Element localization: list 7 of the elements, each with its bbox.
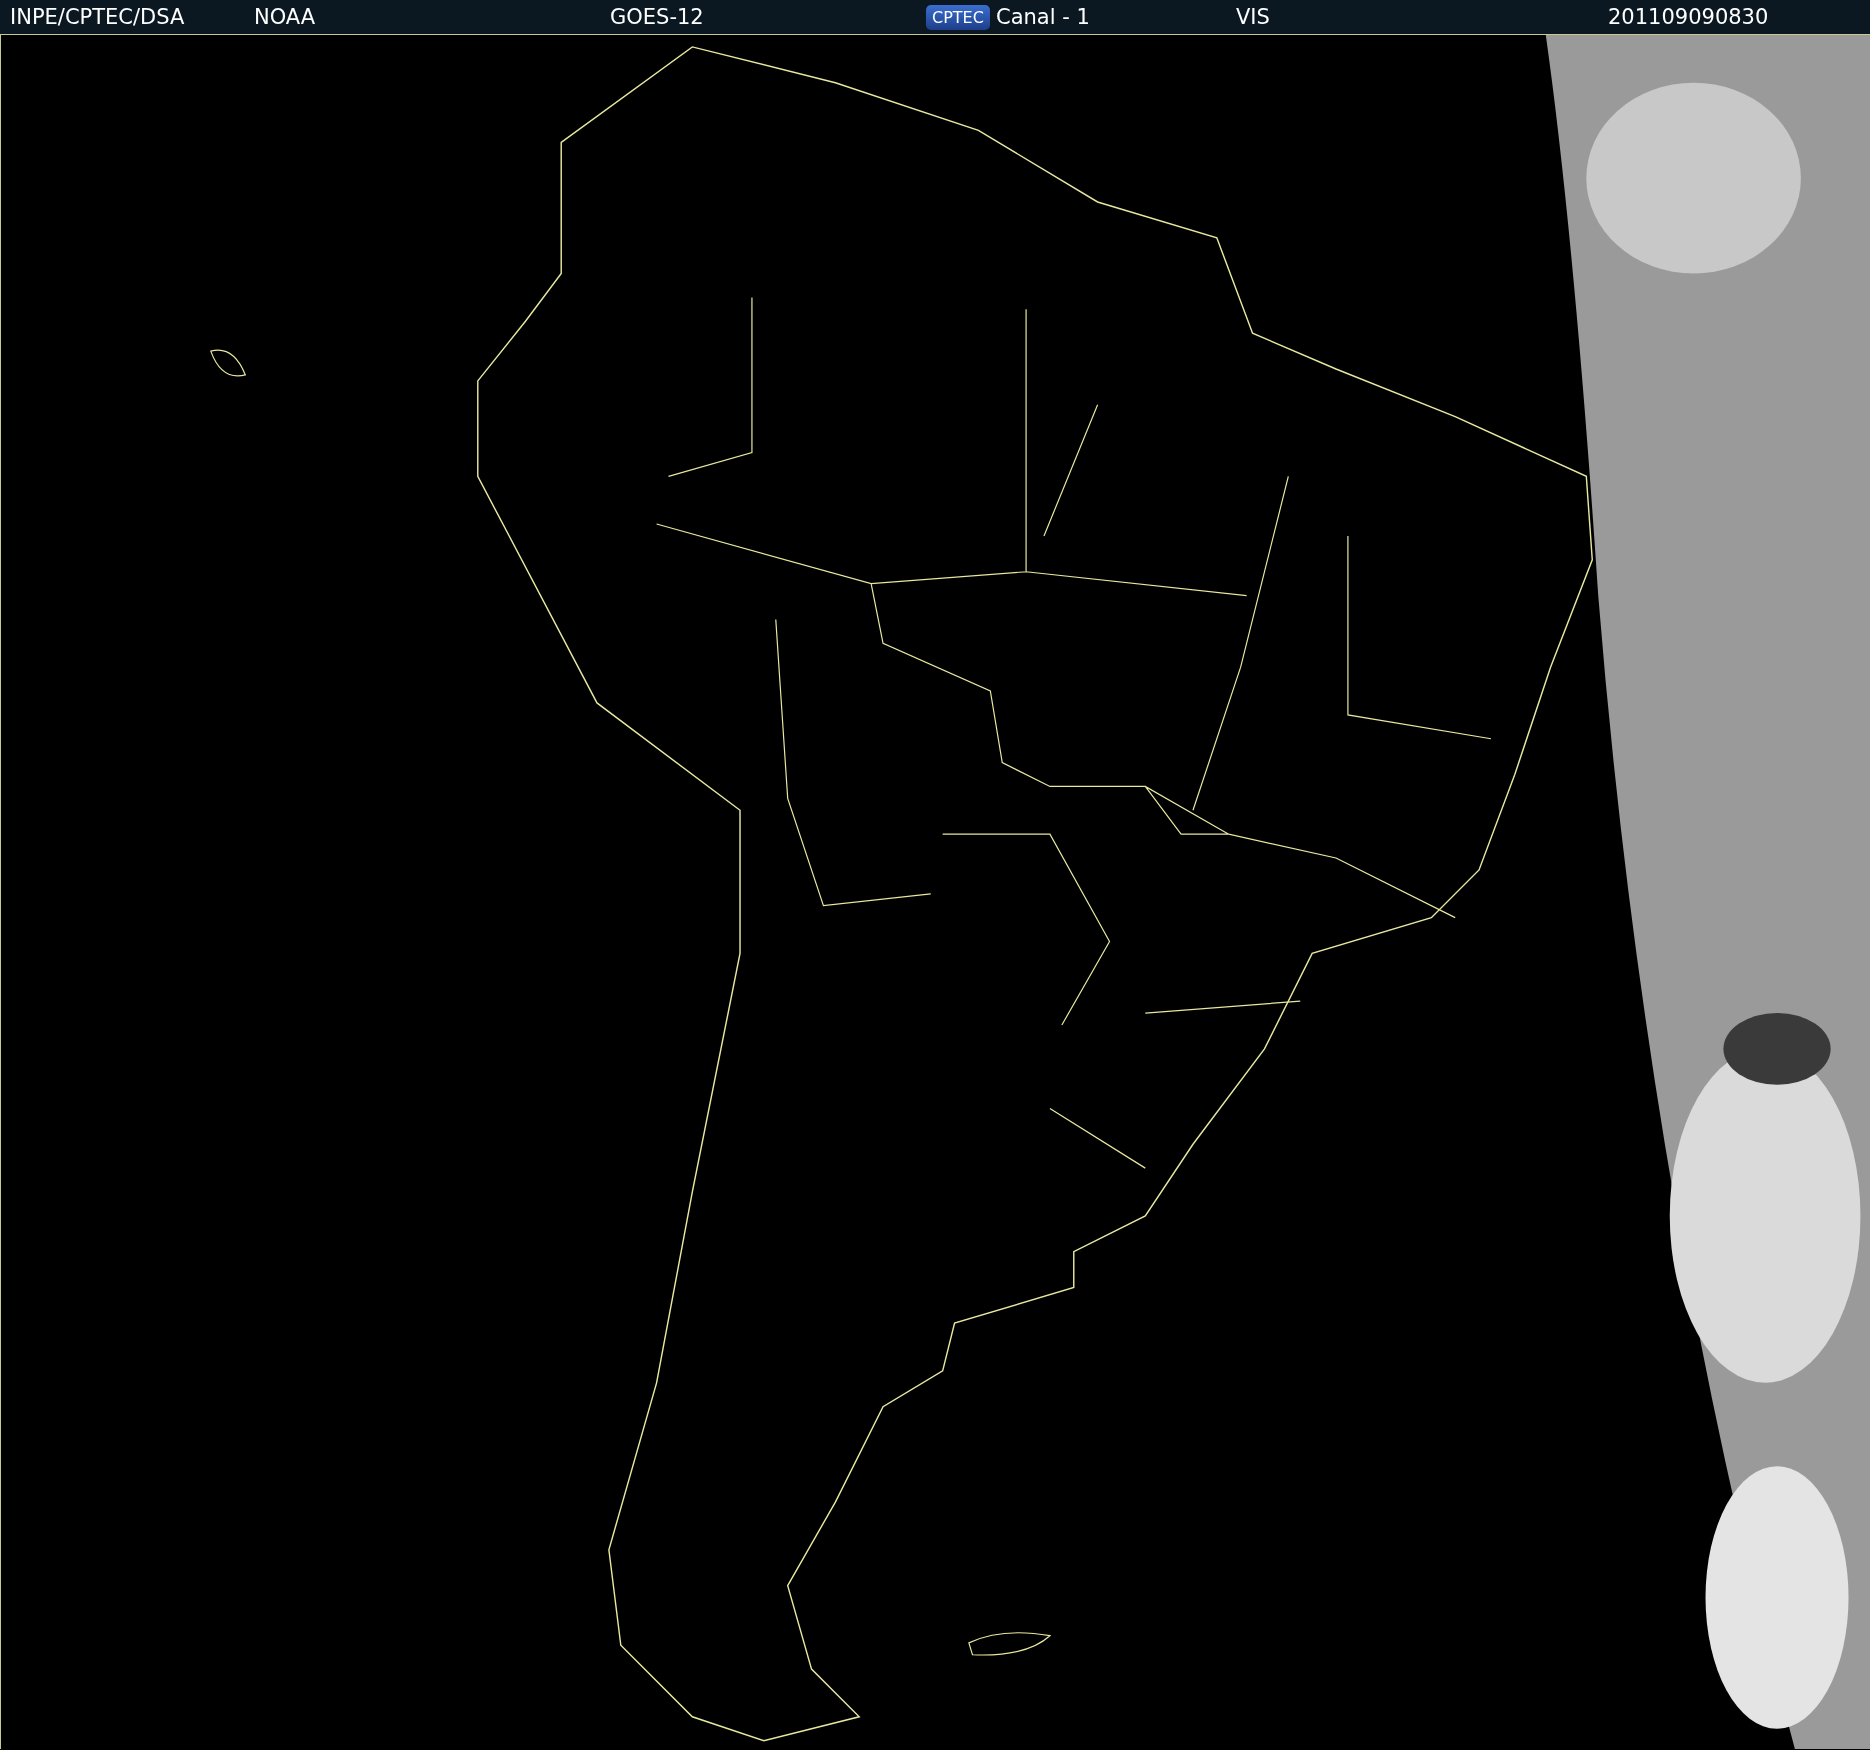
satellite-label: GOES-12 (610, 5, 704, 29)
timestamp-label: 201109090830 (1607, 5, 1769, 29)
logo-badge: CPTEC (926, 4, 990, 30)
band-label: VIS (1236, 5, 1270, 29)
agency-label: NOAA (254, 5, 316, 29)
source-label: INPE/CPTEC/DSA (10, 5, 185, 29)
channel-label: Canal - 1 (996, 5, 1090, 29)
